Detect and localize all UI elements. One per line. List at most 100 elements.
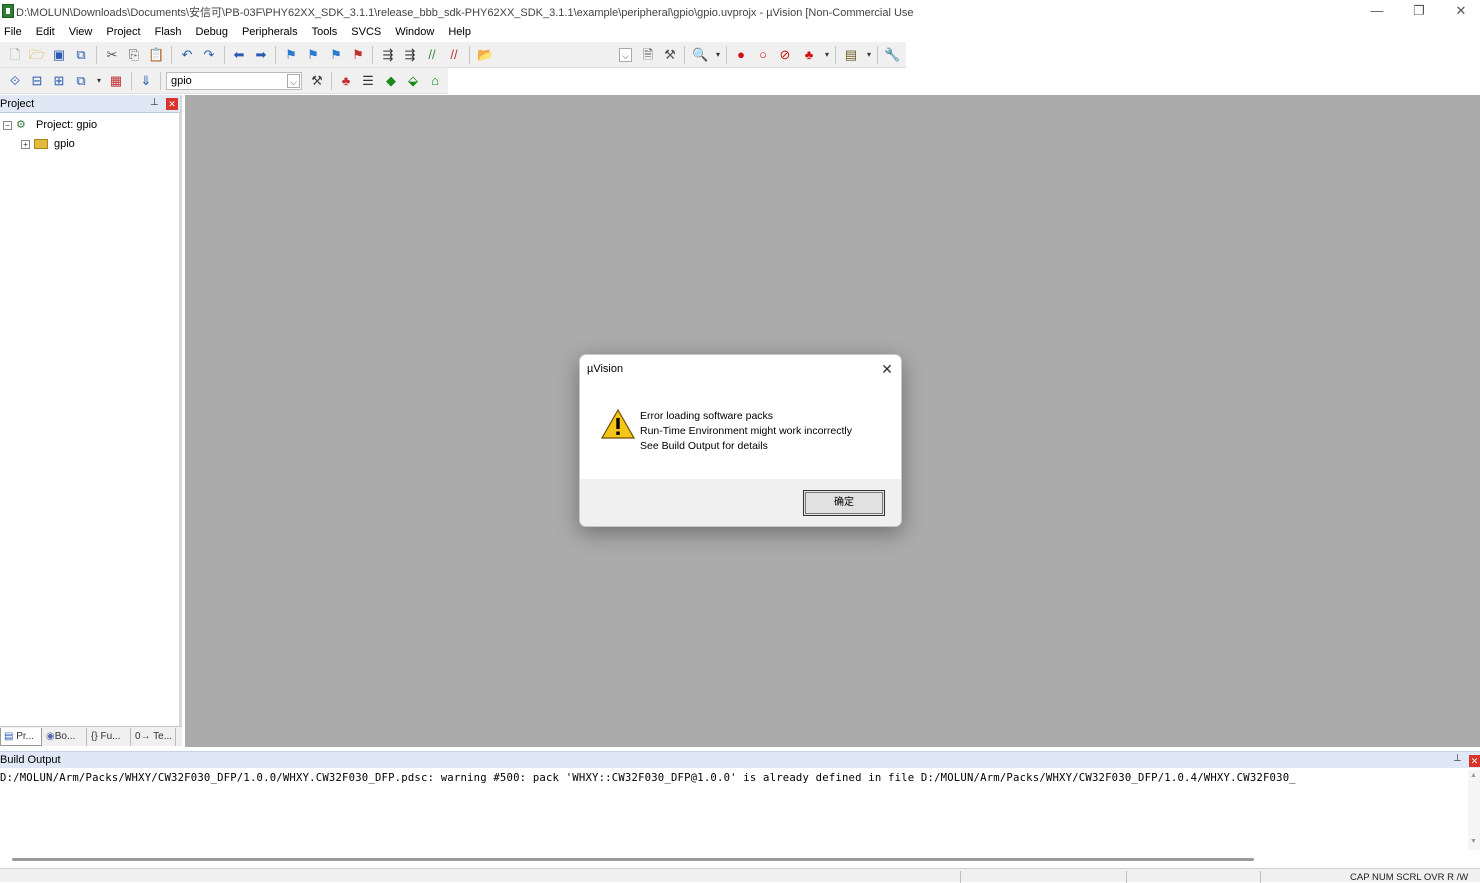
close-window-button[interactable]: ✕	[1440, 0, 1480, 22]
horizontal-scrollbar[interactable]	[12, 858, 1254, 861]
batch-build-icon[interactable]: ⧉	[73, 73, 89, 89]
menu-tools[interactable]: Tools	[305, 22, 345, 42]
collapse-icon[interactable]: −	[3, 120, 12, 130]
manage-rte-icon[interactable]: ⬙	[405, 73, 421, 89]
menu-peripherals[interactable]: Peripherals	[235, 22, 305, 42]
new-file-icon[interactable]: 🗋	[7, 47, 23, 63]
copy-icon[interactable]: ⎘	[126, 47, 142, 63]
find-in-files-icon[interactable]: 📂	[477, 47, 493, 63]
insert-breakpoint-icon[interactable]: ●	[733, 47, 749, 63]
select-packs-icon[interactable]: ☰	[360, 73, 376, 89]
project-pane-title: Project	[0, 98, 35, 110]
menu-edit[interactable]: Edit	[29, 22, 62, 42]
target-options-icon[interactable]: ⚒	[309, 73, 325, 89]
menu-project[interactable]: Project	[99, 22, 147, 42]
prev-bookmark-icon[interactable]: ⚑	[305, 47, 321, 63]
dialog-message-line: See Build Output for details	[640, 440, 768, 452]
tab-books[interactable]: ◉Bo...	[43, 728, 87, 746]
open-file-icon[interactable]: 🗁	[29, 47, 45, 63]
project-icon: ⚙	[16, 119, 26, 132]
target-select[interactable]: gpio ⌵	[166, 72, 302, 90]
translate-icon[interactable]: ⟐	[7, 73, 23, 89]
comment-icon[interactable]: //	[424, 47, 440, 63]
incremental-find-icon[interactable]: ⚒	[662, 47, 678, 63]
file-toolbar: 🗋 🗁 ▣ ⧉ ✂ ⎘ 📋 ↶ ↷ ⬅ ➡ ⚑ ⚑ ⚑ ⚑ ⇶ ⇶ // // …	[0, 42, 906, 68]
tab-project[interactable]: ▤ Pr...	[0, 728, 42, 746]
save-all-icon[interactable]: ⧉	[73, 47, 89, 63]
target-select-value: gpio	[171, 75, 192, 87]
redo-icon[interactable]: ↷	[201, 47, 217, 63]
tree-item-gpio[interactable]: + gpio	[21, 135, 75, 153]
tree-item-label: gpio	[54, 138, 75, 150]
tree-item-project-root[interactable]: − ⚙ Project: gpio	[3, 116, 97, 134]
tab-functions[interactable]: {} Fu...	[88, 728, 131, 746]
chevron-down-icon[interactable]: ⌵	[287, 74, 300, 88]
keyboard-status-indicators: CAP NUM SCRL OVR R /W	[1350, 872, 1469, 883]
unindent-icon[interactable]: ⇶	[402, 47, 418, 63]
close-icon[interactable]: ✕	[166, 98, 178, 110]
paste-icon[interactable]: 📋	[148, 47, 164, 63]
project-tab-icon: ▤	[4, 731, 14, 742]
menu-svcs[interactable]: SVCS	[344, 22, 388, 42]
menu-debug[interactable]: Debug	[189, 22, 235, 42]
pack-installer-icon[interactable]: ◆	[383, 73, 399, 89]
manage-project-items-icon[interactable]: ♣	[338, 73, 354, 89]
scroll-up-icon[interactable]: ▲	[1470, 772, 1477, 779]
dialog-close-button[interactable]: ✕	[876, 359, 898, 379]
navigate-forward-icon[interactable]: ➡	[253, 47, 269, 63]
chevron-down-icon[interactable]: ▾	[710, 47, 726, 63]
next-bookmark-icon[interactable]: ⚑	[328, 47, 344, 63]
menu-help[interactable]: Help	[441, 22, 478, 42]
dialog-message-line: Error loading software packs	[640, 410, 774, 422]
pin-icon[interactable]: ⊥	[150, 97, 159, 108]
debug-session-icon[interactable]: 🔍	[692, 47, 708, 63]
vertical-scrollbar[interactable]: ▲ ▼	[1468, 770, 1480, 850]
minimize-button[interactable]: —	[1356, 0, 1398, 22]
stop-build-icon[interactable]: ▦	[108, 73, 124, 89]
chevron-down-icon[interactable]: ▾	[861, 47, 877, 63]
cut-icon[interactable]: ✂	[104, 47, 120, 63]
uncomment-icon[interactable]: //	[446, 47, 462, 63]
folder-icon	[34, 139, 48, 150]
chevron-down-icon[interactable]: ▾	[91, 73, 107, 89]
books-tab-icon: ◉	[46, 731, 55, 742]
window-title: D:\MOLUN\Downloads\Documents\安信可\PB-03F\…	[16, 7, 914, 19]
toolbar-empty-area	[448, 68, 1480, 95]
build-output-title: Build Output	[0, 754, 61, 766]
scroll-down-icon[interactable]: ▼	[1470, 838, 1477, 845]
build-icon[interactable]: ⊟	[29, 73, 45, 89]
tree-item-label: Project: gpio	[36, 119, 98, 131]
build-toolbar: ⟐ ⊟ ⊞ ⧉ ▾ ▦ ⇓ gpio ⌵ ⚒ ♣ ☰ ◆ ⬙ ⌂	[0, 68, 448, 94]
chevron-down-icon[interactable]: ⌵	[619, 48, 632, 62]
ok-button[interactable]: 确定	[803, 490, 885, 516]
bookmark-icon[interactable]: ⚑	[283, 47, 299, 63]
build-output-pane: Build Output ⊥ ✕ D:/MOLUN/Arm/Packs/WHXY…	[0, 751, 1480, 868]
configure-wrench-icon[interactable]: 🔧	[884, 47, 900, 63]
undo-icon[interactable]: ↶	[179, 47, 195, 63]
menu-flash[interactable]: Flash	[148, 22, 189, 42]
indent-icon[interactable]: ⇶	[380, 47, 396, 63]
project-pane-tabs: ▤ Pr... ◉Bo... {} Fu... 0→ Te...	[0, 726, 182, 746]
restore-button[interactable]: ❐	[1398, 0, 1440, 22]
navigate-back-icon[interactable]: ⬅	[231, 47, 247, 63]
enable-breakpoint-icon[interactable]: ○	[755, 47, 771, 63]
kill-breakpoints-icon[interactable]: ♣	[801, 47, 817, 63]
tab-templates[interactable]: 0→ Te...	[132, 728, 176, 746]
menu-window[interactable]: Window	[388, 22, 441, 42]
disable-breakpoints-icon[interactable]: ⊘	[777, 47, 793, 63]
expand-icon[interactable]: +	[21, 139, 30, 149]
chevron-down-icon[interactable]: ▾	[819, 47, 835, 63]
menu-file[interactable]: File	[0, 22, 29, 42]
pack-icon[interactable]: ⌂	[427, 73, 443, 89]
save-icon[interactable]: ▣	[51, 47, 67, 63]
download-load-icon[interactable]: ⇓	[138, 73, 154, 89]
rebuild-icon[interactable]: ⊞	[51, 73, 67, 89]
pin-icon[interactable]: ⊥	[1453, 753, 1462, 764]
clear-bookmarks-icon[interactable]: ⚑	[350, 47, 366, 63]
build-output-text[interactable]: D:/MOLUN/Arm/Packs/WHXY/CW32F030_DFP/1.0…	[0, 772, 1296, 784]
find-combo[interactable]: ⌵	[500, 46, 634, 64]
close-icon[interactable]: ✕	[1469, 755, 1480, 767]
window-layout-icon[interactable]: ▤	[843, 47, 859, 63]
menu-view[interactable]: View	[62, 22, 100, 42]
find-icon[interactable]: 🗎	[640, 47, 656, 63]
